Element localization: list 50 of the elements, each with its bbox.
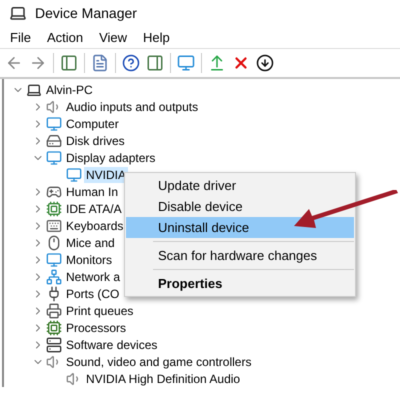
computer-icon [26,82,42,98]
tree-item[interactable]: Keyboards [64,218,126,234]
menu-option[interactable]: Update driver [126,175,354,196]
hard-drive-icon [46,132,62,148]
chip-icon [46,320,62,336]
tree-item[interactable]: Human In [64,184,120,200]
menu-option[interactable]: Properties [126,273,354,294]
menu-item[interactable]: View [93,28,134,46]
gamepad-icon [46,184,62,200]
menu-item[interactable]: Help [137,28,176,46]
document-icon[interactable] [91,54,109,72]
tree-item[interactable]: Disk drives [64,132,127,148]
tree-item[interactable]: Computer [64,116,121,132]
monitor-icon [46,150,62,166]
network-icon [46,268,62,284]
up-arrow-icon[interactable] [208,54,226,72]
tree-item[interactable]: NVIDIA High Definition Audio [84,370,242,386]
help-icon[interactable] [122,54,140,72]
keyboard-icon [46,218,62,234]
tree-item[interactable]: IDE ATA/A [64,200,124,216]
monitor-icon [66,166,82,182]
tree-item[interactable]: Software devices [64,336,160,352]
monitor-icon [46,116,62,132]
tree-item[interactable]: Processors [64,320,128,336]
chip-icon [46,200,62,216]
window-title: Device Manager [35,5,137,21]
tree-item[interactable]: Print queues [64,302,136,318]
tree-item[interactable]: Monitors [64,252,114,268]
tree-item[interactable]: Sound, video and game controllers [64,354,254,370]
menu-item[interactable]: Action [40,28,90,46]
forward-arrow-icon[interactable] [29,54,47,72]
menu-item[interactable]: File [4,28,37,46]
tree-item[interactable]: Audio inputs and outputs [64,98,200,114]
tree-item[interactable]: Mice and [64,234,117,250]
tree-item[interactable]: NVIDIA [84,166,128,182]
tree-item[interactable]: Alvin-PC [44,82,95,98]
tree-item[interactable]: Network a [64,268,122,284]
tree-item[interactable]: Display adapters [64,150,158,166]
menu-option[interactable]: Disable device [126,196,354,217]
computer-icon [9,4,27,22]
menu-option[interactable]: Scan for hardware changes [126,245,354,266]
monitor-icon[interactable] [177,54,195,72]
tree-item[interactable]: Ports (CO [64,286,122,302]
printer-icon [46,302,62,318]
panel-icon[interactable] [60,54,78,72]
tower-icon [46,336,62,352]
menu-option[interactable]: Uninstall device [126,217,354,238]
mouse-icon [46,234,62,250]
panel-icon[interactable] [146,54,164,72]
monitor-icon [46,252,62,268]
